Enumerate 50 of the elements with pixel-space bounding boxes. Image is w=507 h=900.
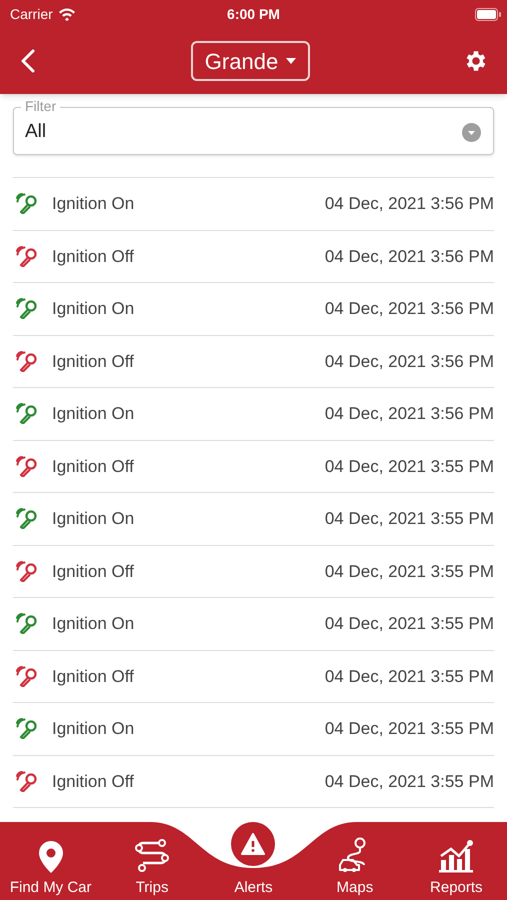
ignition-key-icon: [16, 350, 39, 372]
ignition-key-icon: [16, 718, 39, 740]
alert-label: Ignition On: [52, 403, 134, 425]
alert-label: Ignition Off: [52, 666, 134, 688]
battery-icon: [475, 8, 501, 20]
alert-time: 04 Dec, 2021 3:55 PM: [324, 718, 494, 740]
alert-time: 04 Dec, 2021 3:55 PM: [324, 666, 494, 688]
alert-time: 04 Dec, 2021 3:56 PM: [324, 246, 494, 268]
tab-item[interactable]: Alerts: [202, 822, 304, 900]
tab-item[interactable]: Reports: [406, 822, 507, 900]
alert-label: Ignition Off: [52, 560, 134, 582]
vehicle-dropdown[interactable]: Grande: [190, 41, 310, 81]
ignition-key-icon: [16, 560, 39, 582]
alert-time: 04 Dec, 2021 3:55 PM: [324, 770, 494, 792]
alert-time: 04 Dec, 2021 3:56 PM: [324, 193, 494, 215]
caret-icon: [286, 58, 296, 64]
alert-label: Ignition Off: [52, 456, 134, 478]
ignition-key-icon: [16, 403, 39, 424]
alert-time: 04 Dec, 2021 3:55 PM: [324, 456, 494, 478]
alert-time: 04 Dec, 2021 3:55 PM: [324, 508, 494, 530]
dropdown-icon: [462, 122, 481, 142]
ignition-key-icon: [16, 193, 39, 214]
ignition-key-icon: [16, 613, 39, 634]
alert-time: 04 Dec, 2021 3:56 PM: [324, 403, 494, 425]
ignition-key-icon: [16, 770, 39, 792]
filter-value: All: [25, 120, 46, 144]
wifi-icon: [58, 7, 76, 21]
tab-item[interactable]: Maps: [304, 822, 406, 900]
alert-time: 04 Dec, 2021 3:56 PM: [324, 298, 494, 320]
alert-time: 04 Dec, 2021 3:56 PM: [324, 350, 494, 372]
ignition-key-icon: [16, 508, 39, 530]
tab-item[interactable]: Find My Car: [0, 822, 102, 900]
filter-label: Filter: [21, 99, 60, 113]
alert-label: Ignition On: [52, 718, 134, 740]
alert-time: 04 Dec, 2021 3:55 PM: [324, 613, 494, 635]
ignition-key-icon: [16, 246, 39, 267]
alert-label: Ignition On: [52, 193, 134, 215]
alert-label: Ignition On: [52, 508, 134, 530]
alert-label: Ignition Off: [52, 770, 134, 792]
alert-label: Ignition Off: [52, 350, 134, 372]
alert-label: Ignition Off: [52, 246, 134, 268]
status-time: 6:00 PM: [227, 4, 280, 24]
alert-label: Ignition On: [52, 298, 134, 320]
carrier-name: Carrier: [10, 4, 53, 24]
ignition-key-icon: [16, 666, 39, 687]
alert-label: Ignition On: [52, 613, 134, 635]
tab-item[interactable]: Trips: [101, 822, 203, 900]
ignition-key-icon: [16, 298, 39, 320]
ignition-key-icon: [16, 456, 39, 477]
alert-time: 04 Dec, 2021 3:55 PM: [324, 560, 494, 582]
